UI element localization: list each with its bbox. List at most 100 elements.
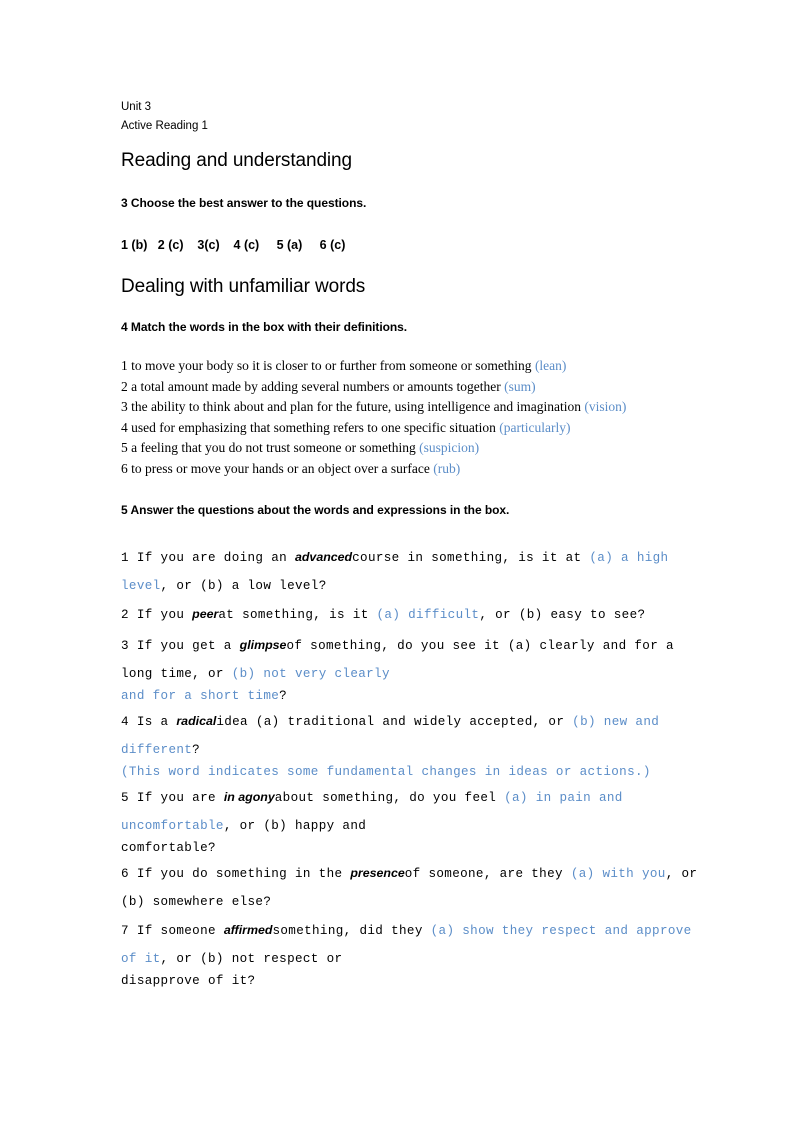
question-line: 1 If you are doing an advancedcourse in … bbox=[121, 542, 800, 573]
running-head-book: Active Reading 1 bbox=[121, 120, 208, 132]
answer-text: (b) not very clearly bbox=[231, 666, 390, 681]
question-text: of someone, are they bbox=[404, 866, 571, 881]
answer-text: (a) difficult bbox=[376, 607, 480, 622]
question-text: , or (b) a low level? bbox=[160, 578, 327, 593]
question-line: (b) somewhere else? bbox=[121, 889, 800, 915]
definition-row: 1 to move your body so it is closer to o… bbox=[121, 356, 800, 377]
answer-text: and for a short time bbox=[121, 688, 280, 703]
question-text: ? bbox=[192, 742, 201, 757]
question-text: at something, is it bbox=[218, 607, 377, 622]
question-item: 2 If you peerat something, is it (a) dif… bbox=[121, 599, 800, 630]
question-line: different? bbox=[121, 737, 800, 763]
question-line: level, or (b) a low level? bbox=[121, 573, 800, 599]
question-text: ? bbox=[279, 688, 288, 703]
question-text: , or bbox=[665, 866, 698, 881]
question-line: and for a short time? bbox=[121, 687, 800, 706]
question-line: 4 Is a radicalidea (a) traditional and w… bbox=[121, 706, 800, 737]
question-text: something, did they bbox=[272, 923, 431, 938]
question-text: idea (a) traditional and widely accepted… bbox=[216, 714, 573, 729]
question-line: 3 If you get a glimpseof something, do y… bbox=[121, 630, 800, 661]
question-item: 4 Is a radicalidea (a) traditional and w… bbox=[121, 706, 800, 782]
question-line: long time, or (b) not very clearly bbox=[121, 661, 800, 687]
question-line: comfortable? bbox=[121, 839, 800, 858]
question-text: long time, or bbox=[121, 666, 232, 681]
question-text: about something, do you feel bbox=[274, 790, 505, 805]
section-heading-dealing-with-unfamiliar-words: Dealing with unfamiliar words bbox=[121, 276, 366, 297]
question-line: uncomfortable, or (b) happy and bbox=[121, 813, 800, 839]
question-item: 6 If you do something in the presenceof … bbox=[121, 858, 800, 915]
question-text: , or (b) happy and bbox=[223, 818, 367, 833]
question-text: 5 If you are bbox=[121, 790, 224, 805]
answer-text: uncomfortable bbox=[121, 818, 224, 833]
definition-answer: (sum) bbox=[504, 378, 536, 394]
definition-number: 6 bbox=[121, 460, 128, 476]
answer-text: (a) show they respect and approve bbox=[430, 923, 692, 938]
question-text: course in something, is it at bbox=[352, 550, 590, 565]
question-text: , or (b) easy to see? bbox=[479, 607, 646, 622]
question-line: 7 If someone affirmedsomething, did they… bbox=[121, 915, 800, 946]
definition-text: to press or move your hands or an object… bbox=[127, 460, 434, 476]
instruction-exercise-3: 3 Choose the best answer to the question… bbox=[121, 196, 367, 210]
answer-text: (a) with you bbox=[570, 866, 666, 881]
question-line: 6 If you do something in the presenceof … bbox=[121, 858, 800, 889]
definition-text: a feeling that you do not trust someone … bbox=[127, 440, 420, 456]
definition-answer: (rub) bbox=[433, 460, 461, 476]
question-text: of something, do you see it (a) clearly … bbox=[286, 638, 674, 653]
question-text: 3 If you get a bbox=[121, 638, 240, 653]
question-text: 2 If you bbox=[121, 607, 193, 622]
question-line: of it, or (b) not respect or bbox=[121, 946, 800, 972]
answer-text: level bbox=[121, 578, 161, 593]
definition-number: 5 bbox=[121, 440, 128, 456]
target-word: presence bbox=[350, 865, 405, 880]
definition-text: to move your body so it is closer to or … bbox=[127, 358, 535, 373]
question-item: 3 If you get a glimpseof something, do y… bbox=[121, 630, 800, 706]
question-text: disapprove of it? bbox=[121, 973, 256, 988]
target-word: radical bbox=[176, 713, 217, 728]
target-word: in agony bbox=[223, 789, 275, 804]
definition-answer: (particularly) bbox=[499, 419, 571, 435]
question-text: 6 If you do something in the bbox=[121, 866, 351, 881]
definition-number: 1 bbox=[121, 358, 128, 373]
question-line: 5 If you are in agonyabout something, do… bbox=[121, 782, 800, 813]
answer-text: different bbox=[121, 742, 193, 757]
answer-text: (a) a high bbox=[589, 550, 669, 565]
target-word: glimpse bbox=[239, 637, 287, 652]
question-list-exercise-5: 1 If you are doing an advancedcourse in … bbox=[121, 542, 800, 991]
running-head-unit: Unit 3 bbox=[121, 101, 152, 113]
question-text: , or (b) not respect or bbox=[160, 951, 343, 966]
definition-number: 2 bbox=[121, 378, 128, 394]
answer-key-row-exercise-3: 1 (b) 2 (c) 3(c) 4 (c) 5 (a) 6 (c) bbox=[121, 238, 346, 252]
definition-text: a total amount made by adding several nu… bbox=[127, 378, 505, 394]
definition-list: 1 to move your body so it is closer to o… bbox=[121, 356, 800, 480]
target-word: peer bbox=[192, 606, 219, 621]
question-line: disapprove of it? bbox=[121, 972, 800, 991]
definition-text: used for emphasizing that something refe… bbox=[127, 419, 500, 435]
answer-text: (a) in pain and bbox=[504, 790, 623, 805]
definition-number: 3 bbox=[121, 399, 128, 415]
definition-answer: (suspicion) bbox=[419, 440, 480, 456]
definition-answer: (vision) bbox=[584, 399, 627, 415]
definition-number: 4 bbox=[121, 419, 128, 435]
question-text: 1 If you are doing an bbox=[121, 550, 295, 565]
definition-answer: (lean) bbox=[534, 358, 567, 373]
definition-row: 4 used for emphasizing that something re… bbox=[121, 418, 800, 439]
question-item: 1 If you are doing an advancedcourse in … bbox=[121, 542, 800, 599]
instruction-exercise-5: 5 Answer the questions about the words a… bbox=[121, 502, 510, 517]
definition-row: 2 a total amount made by adding several … bbox=[121, 377, 800, 398]
target-word: advanced bbox=[294, 549, 353, 564]
question-text: comfortable? bbox=[121, 840, 216, 855]
instruction-exercise-4: 4 Match the words in the box with their … bbox=[121, 320, 408, 334]
answer-text: (This word indicates some fundamental ch… bbox=[121, 764, 651, 779]
answer-text: (b) new and bbox=[572, 714, 660, 729]
question-item: 7 If someone affirmedsomething, did they… bbox=[121, 915, 800, 991]
definition-row: 6 to press or move your hands or an obje… bbox=[121, 459, 800, 480]
question-text: 7 If someone bbox=[121, 923, 224, 938]
definition-row: 3 the ability to think about and plan fo… bbox=[121, 397, 800, 418]
section-heading-reading-and-understanding: Reading and understanding bbox=[121, 150, 352, 171]
question-text: 4 Is a bbox=[121, 714, 177, 729]
answer-text: of it bbox=[121, 951, 161, 966]
question-item: 5 If you are in agonyabout something, do… bbox=[121, 782, 800, 858]
document-page: Unit 3 Active Reading 1 Reading and unde… bbox=[0, 0, 800, 1132]
question-line: 2 If you peerat something, is it (a) dif… bbox=[121, 599, 800, 630]
definition-row: 5 a feeling that you do not trust someon… bbox=[121, 438, 800, 459]
